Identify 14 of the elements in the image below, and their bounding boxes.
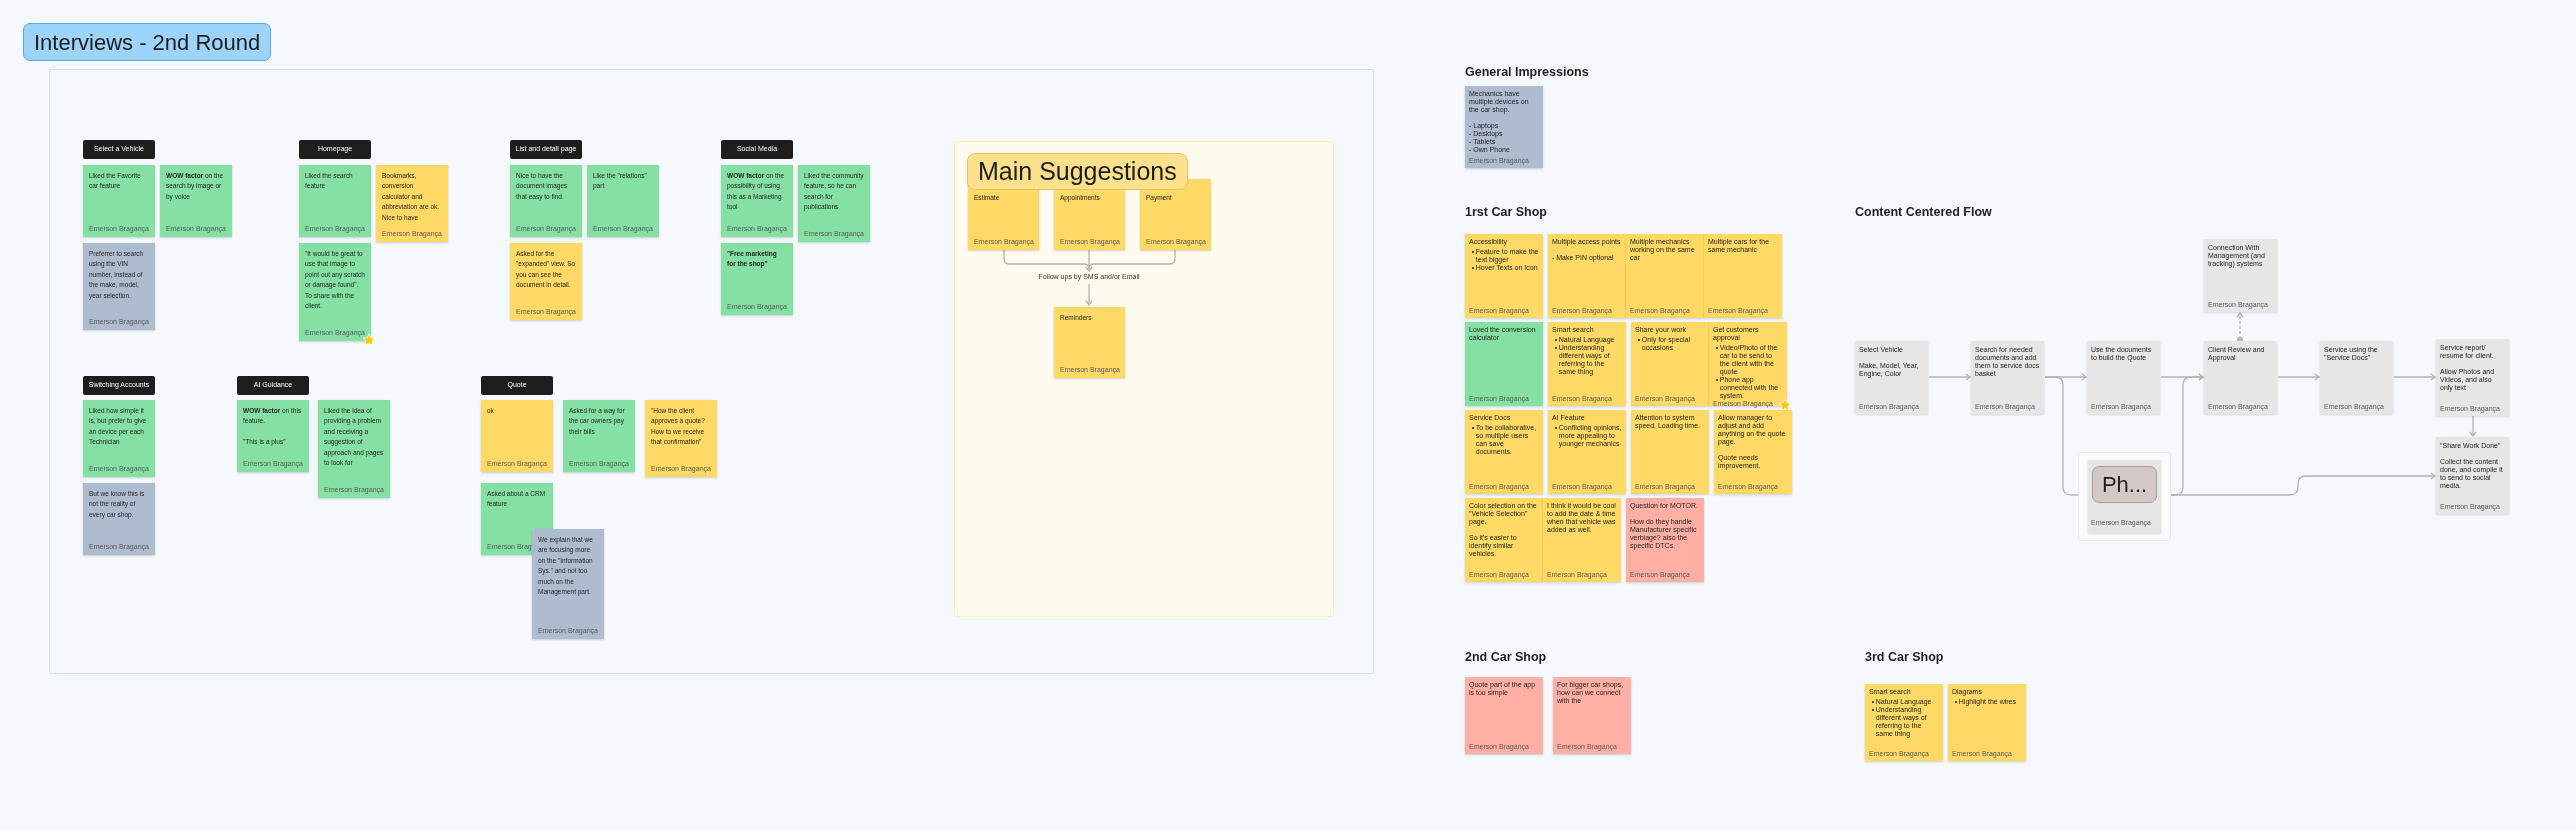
connector-arrow: [2469, 415, 2477, 438]
title-badge: Ph...: [2092, 466, 2157, 503]
connector-arrow: [2277, 373, 2321, 381]
section-heading: General Impressions: [1465, 64, 1589, 81]
connector-arrow: [1085, 283, 1093, 307]
section-heading: Content Centered Flow: [1855, 204, 1992, 221]
connector-arrow: [2393, 373, 2437, 381]
connector-arrow: [1928, 373, 1972, 381]
board-title: Interviews - 2nd Round: [23, 23, 272, 61]
section-heading: 1rst Car Shop: [1465, 204, 1547, 221]
section-title: Main Suggestions: [967, 153, 1188, 190]
dashed-connector: [2236, 311, 2244, 343]
section-heading: 2nd Car Shop: [1465, 649, 1547, 666]
section-heading: 3rd Car Shop: [1865, 649, 1944, 666]
